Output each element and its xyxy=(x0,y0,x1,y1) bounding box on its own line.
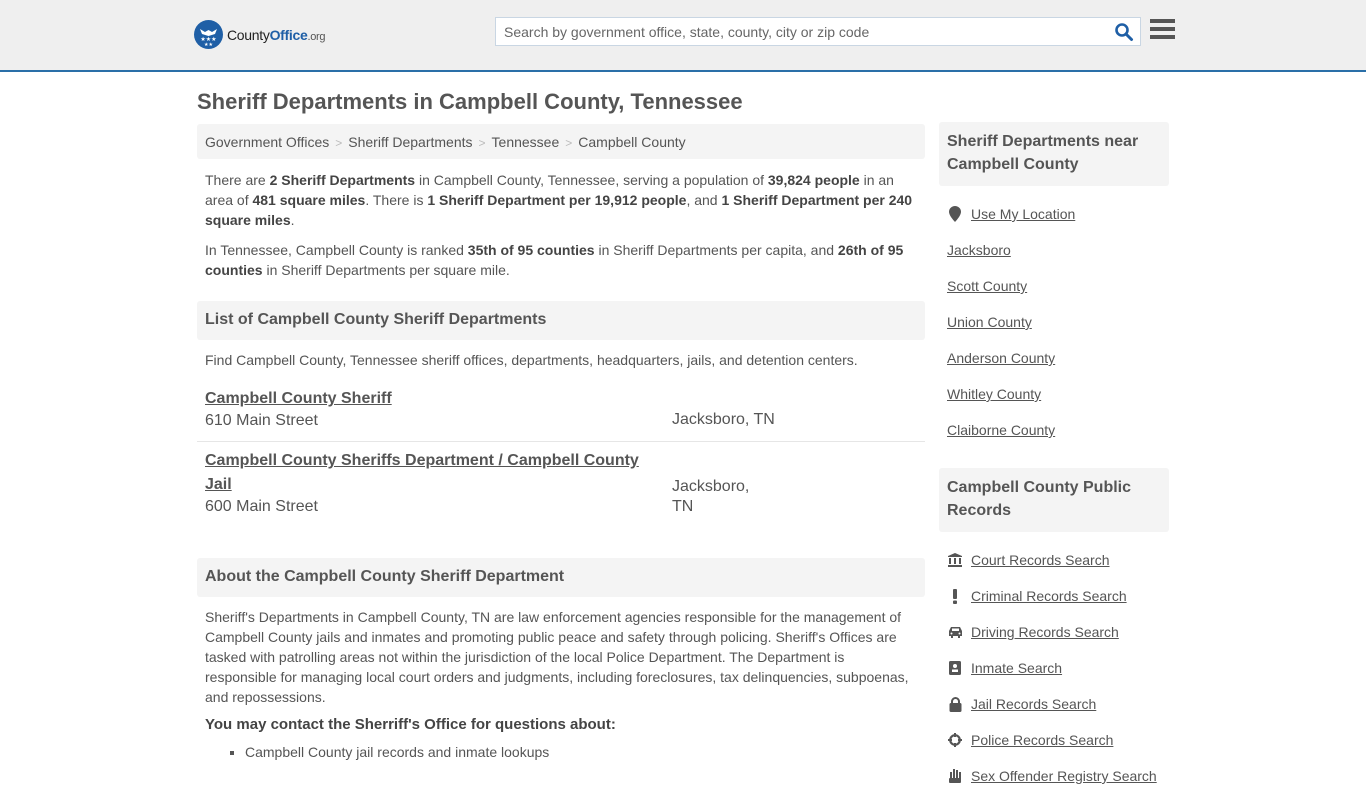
public-record-item: Court Records Search xyxy=(939,542,1169,578)
lock-icon xyxy=(947,696,963,712)
contact-heading: You may contact the Sherriff's Office fo… xyxy=(205,716,616,733)
logo-wordmark: CountyOffice.org xyxy=(227,26,326,43)
sex-offender-registry-link[interactable]: Sex Offender Registry Search xyxy=(971,768,1157,784)
sidebar: Sheriff Departments near Campbell County… xyxy=(939,122,1169,794)
office-address: 600 Main Street xyxy=(205,498,318,515)
list-intro: Find Campbell County, Tennessee sheriff … xyxy=(205,352,858,368)
breadcrumb-tennessee[interactable]: Tennessee xyxy=(492,134,560,150)
office-name-link[interactable]: Campbell County Sheriffs Department / Ca… xyxy=(205,449,649,497)
car-icon xyxy=(947,624,963,640)
inmate-search-link[interactable]: Inmate Search xyxy=(971,660,1062,676)
nearby-item: Union County xyxy=(939,304,1169,340)
nearby-link-scott-county[interactable]: Scott County xyxy=(947,278,1027,294)
svg-text:★★: ★★ xyxy=(204,42,213,48)
nearby-item: Claiborne County xyxy=(939,412,1169,448)
id-badge-icon xyxy=(947,660,963,676)
eagle-logo-icon: ★★★ ★★ xyxy=(194,20,223,49)
office-city: Jacksboro, TN xyxy=(672,478,750,515)
hand-icon xyxy=(947,768,963,784)
site-header: ★★★ ★★ CountyOffice.org xyxy=(0,0,1366,72)
exclamation-icon xyxy=(947,588,963,604)
nearby-item: Scott County xyxy=(939,268,1169,304)
breadcrumb-government-offices[interactable]: Government Offices xyxy=(205,134,329,150)
court-records-link[interactable]: Court Records Search xyxy=(971,552,1110,568)
list-section-heading: List of Campbell County Sheriff Departme… xyxy=(197,301,925,340)
jail-records-link[interactable]: Jail Records Search xyxy=(971,696,1096,712)
public-record-item: Jail Records Search xyxy=(939,686,1169,722)
hamburger-menu-icon[interactable] xyxy=(1150,19,1175,41)
office-city: Jacksboro, TN xyxy=(672,411,775,428)
nearby-link-whitley-county[interactable]: Whitley County xyxy=(947,386,1041,402)
map-marker-icon xyxy=(947,206,963,222)
police-records-link[interactable]: Police Records Search xyxy=(971,732,1113,748)
courthouse-icon xyxy=(947,552,963,568)
public-record-item: Inmate Search xyxy=(939,650,1169,686)
nearby-item: Jacksboro xyxy=(939,232,1169,268)
office-address: 610 Main Street xyxy=(205,412,318,429)
about-section-heading: About the Campbell County Sheriff Depart… xyxy=(197,558,925,597)
breadcrumb-sheriff-departments[interactable]: Sheriff Departments xyxy=(348,134,472,150)
search-input[interactable] xyxy=(496,18,1096,45)
breadcrumb-separator: > xyxy=(335,136,343,150)
nearby-heading: Sheriff Departments near Campbell County xyxy=(939,122,1169,186)
office-list-item: Campbell County Sheriff 610 Main Street … xyxy=(197,387,925,442)
contact-topic-item: Campbell County jail records and inmate … xyxy=(245,742,925,762)
office-name-link[interactable]: Campbell County Sheriff xyxy=(205,387,392,411)
site-logo[interactable]: ★★★ ★★ CountyOffice.org xyxy=(194,20,326,49)
search-bar xyxy=(495,17,1141,46)
summary-paragraph: There are 2 Sheriff Departments in Campb… xyxy=(205,172,913,228)
public-records-heading: Campbell County Public Records xyxy=(939,468,1169,532)
breadcrumb-campbell-county[interactable]: Campbell County xyxy=(578,134,685,150)
use-my-location-link[interactable]: Use My Location xyxy=(971,206,1075,222)
ranking-paragraph: In Tennessee, Campbell County is ranked … xyxy=(205,242,904,278)
public-record-item: Criminal Records Search xyxy=(939,578,1169,614)
public-record-item: Driving Records Search xyxy=(939,614,1169,650)
crosshairs-icon xyxy=(947,732,963,748)
breadcrumb: Government Offices > Sheriff Departments > T… xyxy=(197,124,925,159)
use-my-location-item: Use My Location xyxy=(939,196,1169,232)
search-icon[interactable] xyxy=(1114,22,1134,42)
main-column: Government Offices > Sheriff Departments > T… xyxy=(197,124,925,762)
nearby-link-anderson-county[interactable]: Anderson County xyxy=(947,350,1055,366)
contact-topics-list: Campbell County jail records and inmate … xyxy=(197,742,925,762)
public-record-item: Police Records Search xyxy=(939,722,1169,758)
about-paragraph: Sheriff's Departments in Campbell County… xyxy=(205,609,909,705)
nearby-link-jacksboro[interactable]: Jacksboro xyxy=(947,242,1011,258)
public-records-list: Court Records Search Criminal Records Se… xyxy=(939,542,1169,794)
criminal-records-link[interactable]: Criminal Records Search xyxy=(971,588,1127,604)
nearby-link-union-county[interactable]: Union County xyxy=(947,314,1032,330)
nearby-list: Use My Location Jacksboro Scott County U… xyxy=(939,196,1169,448)
nearby-item: Anderson County xyxy=(939,340,1169,376)
page-title: Sheriff Departments in Campbell County, … xyxy=(197,89,743,114)
nearby-link-claiborne-county[interactable]: Claiborne County xyxy=(947,422,1055,438)
breadcrumb-separator: > xyxy=(478,136,486,150)
breadcrumb-separator: > xyxy=(565,136,573,150)
nearby-item: Whitley County xyxy=(939,376,1169,412)
public-record-item: Sex Offender Registry Search xyxy=(939,758,1169,794)
driving-records-link[interactable]: Driving Records Search xyxy=(971,624,1119,640)
office-list-item: Campbell County Sheriffs Department / Ca… xyxy=(197,449,749,527)
